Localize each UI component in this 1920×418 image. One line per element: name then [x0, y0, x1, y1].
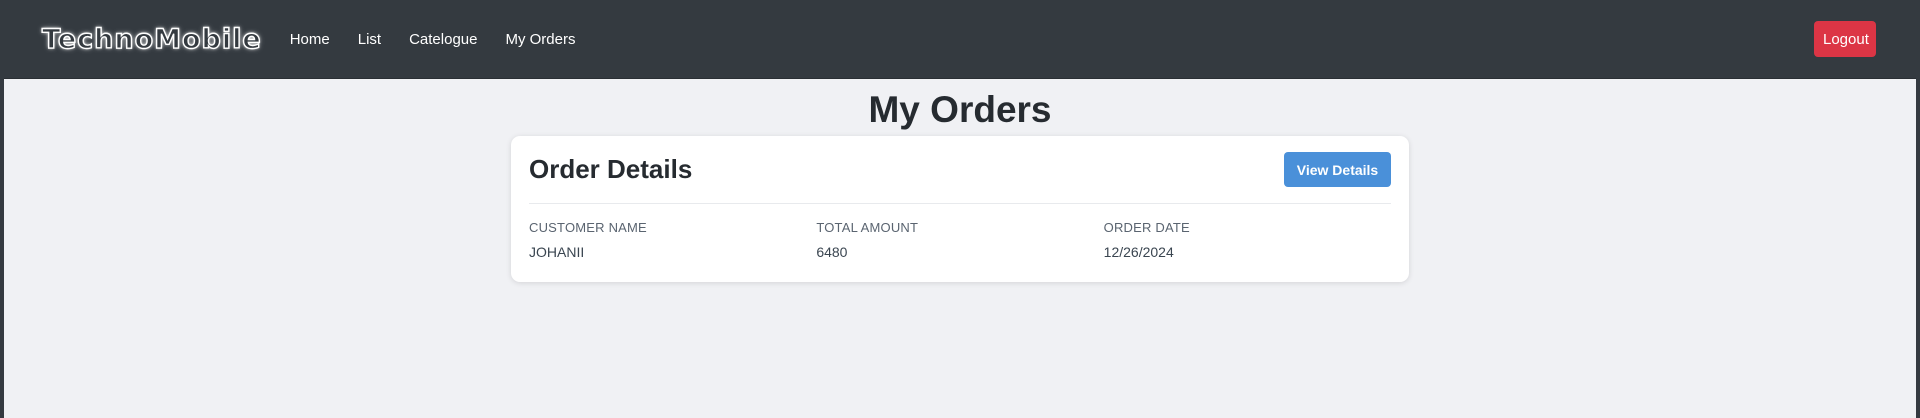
total-amount-value: 6480 [816, 244, 848, 260]
total-amount-field: TOTAL AMOUNT 6480 [816, 220, 1103, 260]
customer-name-field: CUSTOMER NAME JOHANII [529, 220, 816, 260]
customer-name-value: JOHANII [529, 244, 585, 260]
top-navbar: TechnoMobile Home List Catelogue My Orde… [4, 0, 1916, 79]
order-date-label: ORDER DATE [1103, 220, 1190, 235]
order-card: Order Details View Details CUSTOMER NAME… [511, 136, 1409, 282]
total-amount-label: TOTAL AMOUNT [816, 220, 919, 235]
order-date-field: ORDER DATE 12/26/2024 [1104, 220, 1391, 260]
page-title: My Orders [868, 89, 1052, 130]
order-card-body: CUSTOMER NAME JOHANII TOTAL AMOUNT 6480 … [529, 204, 1391, 260]
nav-link-home[interactable]: Home [290, 31, 330, 48]
view-details-button[interactable]: View Details [1284, 152, 1391, 187]
customer-name-label: CUSTOMER NAME [529, 220, 647, 235]
order-card-header: Order Details View Details [529, 136, 1391, 204]
app-frame: TechnoMobile Home List Catelogue My Orde… [0, 0, 1920, 418]
nav-link-list[interactable]: List [358, 31, 381, 48]
order-date-value: 12/26/2024 [1103, 244, 1174, 260]
brand-logo[interactable]: TechnoMobile [41, 23, 262, 55]
logout-button[interactable]: Logout [1814, 21, 1876, 57]
nav-link-my-orders[interactable]: My Orders [505, 31, 575, 48]
nav-link-catelogue[interactable]: Catelogue [409, 31, 477, 48]
nav-links: Home List Catelogue My Orders [290, 31, 576, 48]
order-card-title: Order Details [529, 154, 693, 184]
